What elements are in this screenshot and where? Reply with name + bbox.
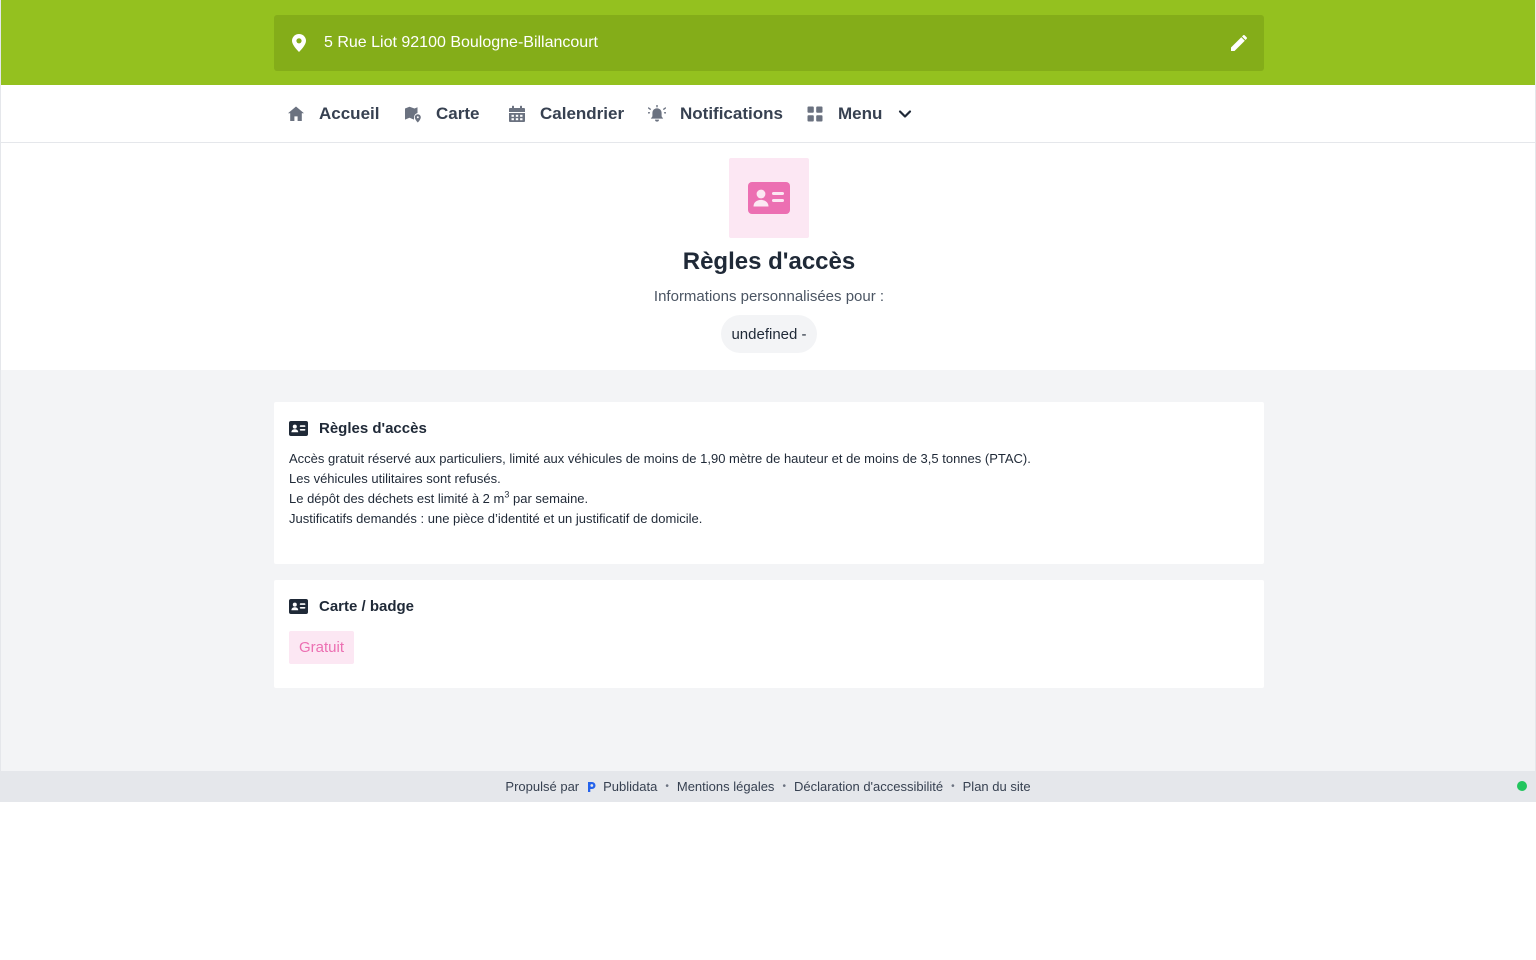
rule-line: Le dépôt des déchets est limité à 2 m3 p… bbox=[289, 489, 589, 506]
map-icon bbox=[405, 106, 421, 122]
card-title: Règles d'accès bbox=[319, 419, 427, 437]
footer: Propulsé par Publidata • Mentions légale… bbox=[0, 771, 1536, 802]
nav-item-accueil[interactable]: Accueil bbox=[287, 85, 379, 142]
separator: • bbox=[782, 781, 786, 792]
mentions-legales-link[interactable]: Mentions légales bbox=[677, 779, 775, 794]
nav-item-label: Carte bbox=[436, 103, 480, 123]
separator: • bbox=[665, 781, 669, 792]
pencil-icon[interactable] bbox=[1230, 34, 1248, 52]
bell-icon bbox=[648, 104, 666, 122]
home-icon bbox=[288, 106, 304, 121]
nav-item-notifications[interactable]: Notifications bbox=[648, 85, 783, 142]
page-subtitle: Informations personnalisées pour : bbox=[653, 288, 885, 305]
calendar-icon bbox=[509, 105, 525, 122]
price-tag: Gratuit bbox=[289, 631, 355, 664]
nav-item-label: Menu bbox=[838, 103, 883, 123]
card-header: Carte / badge bbox=[289, 595, 414, 617]
nav-item-menu[interactable]: Menu bbox=[806, 85, 914, 142]
id-card-icon bbox=[289, 420, 308, 436]
access-rules-card: Règles d'accès Accès gratuit réservé aux… bbox=[274, 402, 1264, 564]
top-header: 5 Rue Liot 92100 Boulogne-Billancourt bbox=[0, 0, 1536, 85]
nav-item-label: Calendrier bbox=[540, 103, 625, 123]
rule-line: Justificatifs demandés : une pièce d’ide… bbox=[289, 511, 703, 526]
publidata-logo-icon bbox=[588, 781, 596, 792]
status-indicator bbox=[1517, 781, 1527, 791]
nav-item-label: Notifications bbox=[680, 103, 783, 123]
publidata-link[interactable]: Publidata bbox=[603, 779, 657, 794]
main-content: Règles d'accès Accès gratuit réservé aux… bbox=[0, 370, 1536, 771]
map-pin-icon bbox=[292, 34, 306, 52]
card-title: Carte / badge bbox=[319, 597, 415, 615]
powered-by-label: Propulsé par bbox=[505, 779, 580, 794]
hero-icon-tile bbox=[729, 158, 809, 238]
grid-icon bbox=[807, 106, 823, 121]
badge-card: Carte / badge Gratuit bbox=[274, 580, 1264, 688]
page-header: Règles d'accès Informations personnalisé… bbox=[0, 143, 1536, 370]
id-card-icon bbox=[289, 598, 308, 614]
nav-item-calendrier[interactable]: Calendrier bbox=[508, 85, 624, 142]
rule-line: Accès gratuit réservé aux particuliers, … bbox=[289, 451, 1031, 466]
main-nav: Accueil Carte Calendrier Notifications M… bbox=[0, 85, 1536, 143]
id-card-icon bbox=[748, 182, 790, 214]
chevron-down-icon bbox=[899, 109, 912, 118]
nav-item-label: Accueil bbox=[319, 103, 380, 123]
access-rules-text: Accès gratuit réservé aux particuliers, … bbox=[289, 449, 1031, 529]
card-header: Règles d'accès bbox=[289, 417, 427, 439]
profile-chip[interactable]: undefined - bbox=[721, 315, 817, 353]
address-text: 5 Rue Liot 92100 Boulogne-Billancourt bbox=[324, 34, 598, 51]
separator: • bbox=[951, 781, 955, 792]
rule-line: Les véhicules utilitaires sont refusés. bbox=[289, 471, 501, 486]
accessibility-link[interactable]: Déclaration d'accessibilité bbox=[794, 779, 943, 794]
page-title: Règles d'accès bbox=[682, 248, 856, 275]
nav-item-carte[interactable]: Carte bbox=[404, 85, 479, 142]
sitemap-link[interactable]: Plan du site bbox=[963, 779, 1031, 794]
address-selector[interactable]: 5 Rue Liot 92100 Boulogne-Billancourt bbox=[274, 15, 1264, 71]
